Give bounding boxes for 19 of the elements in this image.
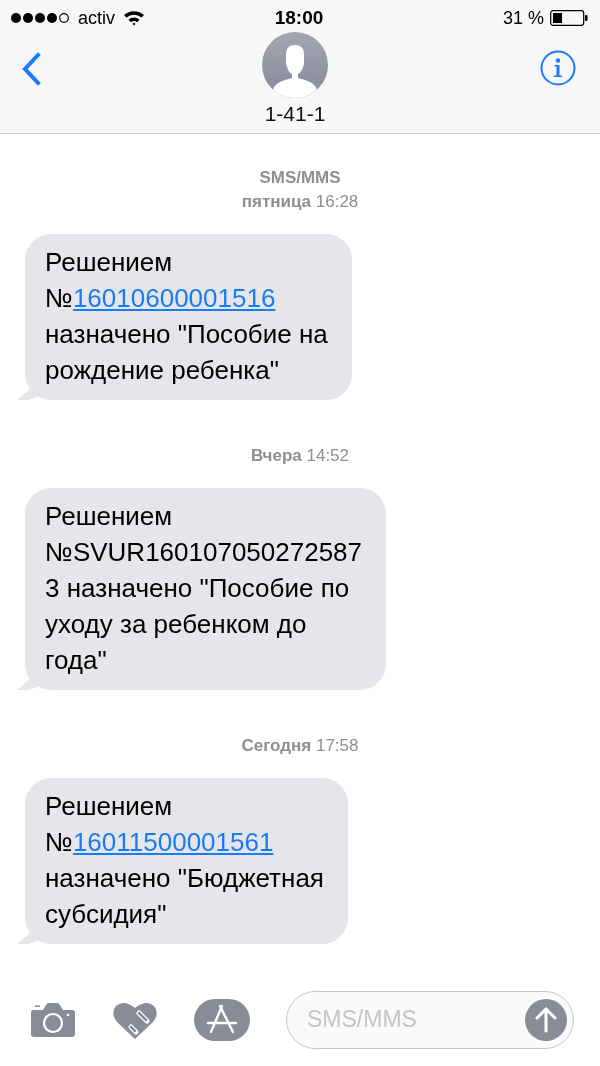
timestamp: пятница 16:28 bbox=[240, 190, 360, 213]
number-link[interactable]: 16010600001516 bbox=[72, 282, 276, 313]
timestamp: Вчера 14:52 bbox=[249, 444, 351, 467]
info-icon[interactable] bbox=[540, 50, 576, 86]
clock-time: 18:00 bbox=[274, 7, 324, 29]
send-icon[interactable] bbox=[525, 998, 567, 1041]
wifi-icon bbox=[123, 10, 145, 26]
back-icon[interactable] bbox=[20, 52, 42, 86]
camera-icon[interactable] bbox=[30, 1001, 76, 1038]
timestamp: Сегодня 17:58 bbox=[240, 734, 360, 757]
app-store-icon[interactable] bbox=[194, 998, 250, 1041]
service-label: SMS/MMS bbox=[258, 166, 342, 189]
battery-percent: 31 % bbox=[502, 7, 544, 29]
battery-icon bbox=[550, 10, 588, 26]
carrier-name: activ bbox=[78, 7, 115, 29]
avatar-icon[interactable] bbox=[262, 32, 328, 98]
signal-icon bbox=[10, 12, 70, 24]
contact-name[interactable]: 1-41-1 bbox=[264, 102, 326, 126]
number-link[interactable]: 16011500001561 bbox=[72, 826, 274, 857]
